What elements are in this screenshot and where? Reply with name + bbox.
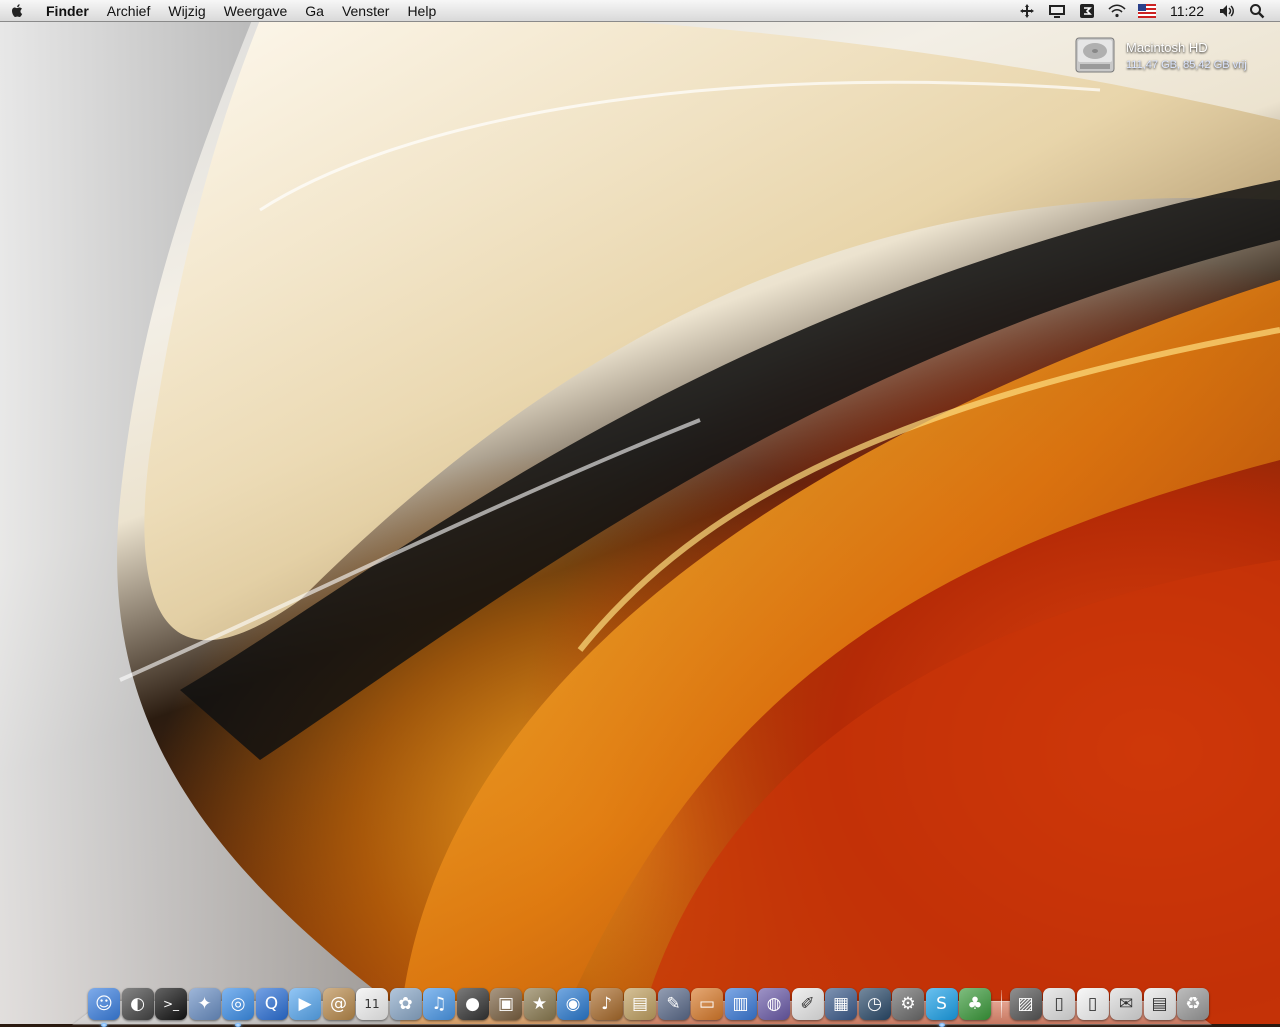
ichat-icon[interactable]: ▶ — [289, 988, 321, 1020]
terminal-icon[interactable]: >_ — [155, 988, 187, 1020]
menu-wijzig[interactable]: Wijzig — [159, 0, 214, 22]
safari-icon[interactable]: ◎ — [222, 988, 254, 1027]
trash-icon[interactable]: ♻ — [1177, 988, 1209, 1020]
menu-weergave[interactable]: Weergave — [215, 0, 297, 22]
numbers-icon[interactable]: ▥ — [724, 988, 757, 1020]
spreadsheet-document-icon[interactable]: ▤ — [1143, 988, 1176, 1020]
move-icon[interactable] — [1016, 0, 1038, 22]
spotlight-icon[interactable] — [1246, 0, 1268, 22]
textedit-icon[interactable]: ✐ — [791, 988, 824, 1020]
display-icon[interactable] — [1046, 0, 1068, 22]
disk-name: Macintosh HD — [1126, 40, 1208, 55]
idvd-icon[interactable]: ◉ — [557, 988, 589, 1020]
system-preferences-icon[interactable]: ⚙ — [892, 988, 924, 1020]
skype-icon[interactable]: S — [925, 988, 958, 1027]
menu-ga[interactable]: Ga — [296, 0, 333, 22]
finder-icon[interactable]: ☺ — [88, 988, 120, 1027]
dock-separator — [1000, 990, 1002, 1018]
menu-archief[interactable]: Archief — [98, 0, 160, 22]
keynote-icon[interactable]: ▭ — [691, 988, 723, 1020]
address-book-icon[interactable]: @ — [322, 988, 355, 1020]
dock: ☺ ◐ >_ ✦ ◎ Q ▶ @11 ✿ ♫ ● ▣ ★ ◉ ♪ ▤ ✎ ▭ ▥ ◍ ✐ ▦ ◷ ⚙ S ♣ ▨ ▯ ▯ ✉ ▤ ♻ — [88, 980, 1211, 1027]
garageband-icon[interactable]: ♪ — [590, 988, 623, 1020]
pages-document-icon[interactable]: ▯ — [1043, 988, 1075, 1020]
itunes-icon[interactable]: ♫ — [423, 988, 455, 1020]
image-capture-icon[interactable]: ▣ — [490, 988, 522, 1020]
wifi-icon[interactable] — [1106, 0, 1128, 22]
hard-drive-icon[interactable] — [1072, 32, 1118, 78]
dashboard-icon[interactable]: ◐ — [121, 988, 154, 1020]
volume-icon[interactable] — [1216, 0, 1238, 22]
menu-bar: Finder Archief Wijzig Weergave Ga Venste… — [0, 0, 1280, 22]
menu-clock[interactable]: 11:22 — [1162, 3, 1212, 19]
spaces-icon[interactable]: ▦ — [825, 988, 857, 1020]
iphoto-icon[interactable]: ✿ — [389, 988, 422, 1020]
quicktime-icon[interactable]: Q — [255, 988, 288, 1020]
iweb-icon[interactable]: ▤ — [624, 988, 656, 1020]
desktop-wallpaper — [0, 0, 1280, 1024]
photo-document-icon[interactable]: ▨ — [1009, 988, 1042, 1020]
drawing-tools-icon[interactable]: ✎ — [657, 988, 690, 1020]
sync-icon[interactable] — [1076, 0, 1098, 22]
status-menus: 11:22 — [1012, 0, 1280, 22]
photo-booth-icon[interactable]: ● — [456, 988, 489, 1020]
flag-us-icon[interactable] — [1136, 0, 1158, 22]
music-disc-icon[interactable]: ◍ — [758, 988, 790, 1020]
preview-icon[interactable]: ✦ — [188, 988, 221, 1020]
adium-icon[interactable]: ♣ — [959, 988, 991, 1020]
time-machine-icon[interactable]: ◷ — [858, 988, 891, 1020]
mail-document-icon[interactable]: ✉ — [1110, 988, 1142, 1020]
menu-help[interactable]: Help — [398, 0, 445, 22]
apple-icon[interactable] — [0, 3, 34, 19]
document-icon[interactable]: ▯ — [1076, 988, 1109, 1020]
disk-capacity: 111,47 GB, 85,42 GB vrij — [1126, 59, 1247, 71]
desktop-disk[interactable]: Macintosh HD 111,47 GB, 85,42 GB vrij — [1072, 32, 1272, 80]
imovie-icon[interactable]: ★ — [523, 988, 556, 1020]
menu-venster[interactable]: Venster — [333, 0, 398, 22]
menu-finder[interactable]: Finder — [34, 0, 98, 22]
calendar-icon[interactable]: 11 — [356, 988, 388, 1020]
